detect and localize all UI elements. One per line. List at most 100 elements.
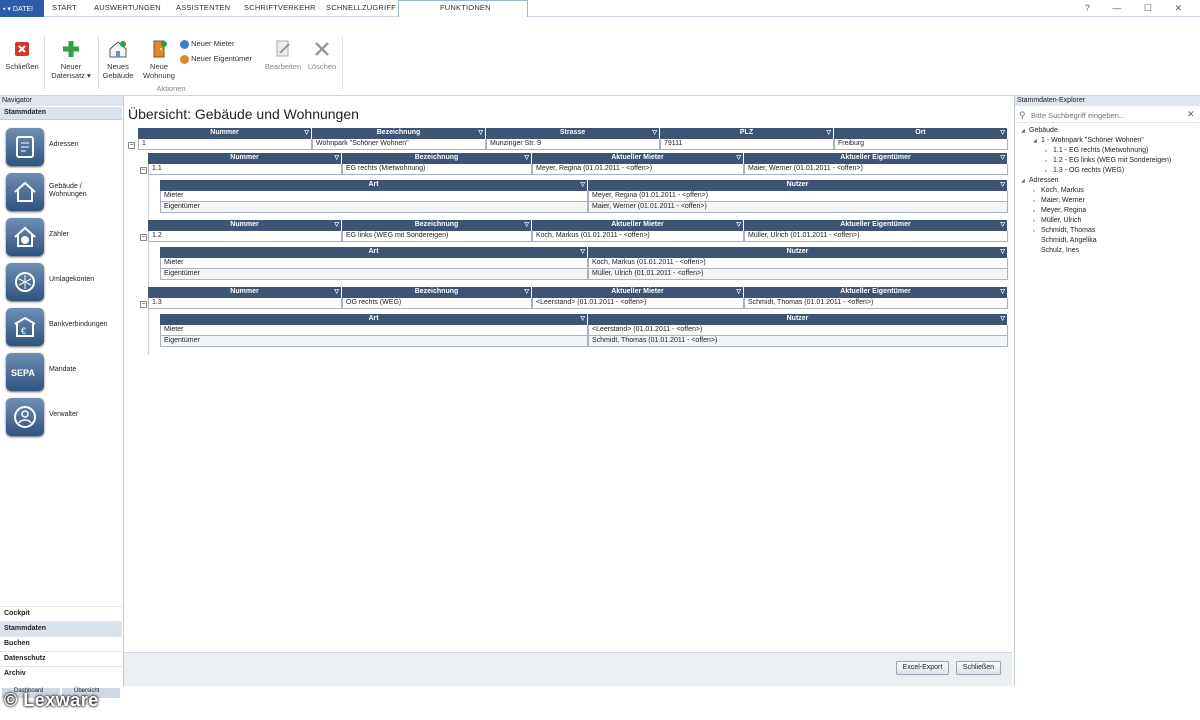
filter-icon[interactable]: ▽ <box>524 154 529 161</box>
person-col-header[interactable]: Nutzer▽ <box>588 180 1008 191</box>
table-cell[interactable]: Eigentümer <box>160 202 588 213</box>
unit-col-header[interactable]: Nummer▽ <box>148 220 342 231</box>
tab-assistenten[interactable]: ASSISTENTEN <box>176 3 230 17</box>
new-apartment-button[interactable]: Neue Wohnung <box>140 39 178 80</box>
tab-datei[interactable]: ▪ ▾ DATEI <box>0 0 44 17</box>
unit-col-header[interactable]: Bezeichnung▽ <box>342 220 532 231</box>
navigator-section-header[interactable]: Stammdaten <box>0 107 122 120</box>
unit-col-header[interactable]: Aktueller Eigentümer▽ <box>744 287 1008 298</box>
table-cell[interactable]: Eigentümer <box>160 269 588 280</box>
col-header-nummer[interactable]: Nummer▽ <box>138 128 312 139</box>
tree-node[interactable]: Schulz, Ines <box>1033 247 1079 254</box>
search-input[interactable] <box>1031 110 1181 121</box>
collapse-icon[interactable]: − <box>140 167 147 174</box>
tree-node[interactable]: ▹1.3 - OG rechts (WEG) <box>1045 167 1124 174</box>
table-cell[interactable]: Meyer, Regina (01.01.2011 - <offen>) <box>532 164 744 175</box>
table-cell[interactable]: Maier, Werner (01.01.2011 - <offen>) <box>744 164 1008 175</box>
filter-icon[interactable]: ▽ <box>1000 248 1005 255</box>
table-cell[interactable]: Schmidt, Thomas (01.01.2011 - <offen>) <box>588 336 1008 347</box>
tree-toggle-icon[interactable]: ▹ <box>1045 148 1053 154</box>
col-header-strasse[interactable]: Strasse▽ <box>486 128 660 139</box>
tree-node[interactable]: Schmidt, Angelika <box>1033 237 1097 244</box>
filter-icon[interactable]: ▽ <box>1000 154 1005 161</box>
table-cell[interactable]: 1.1 <box>148 164 342 175</box>
tree-toggle-icon[interactable]: ▹ <box>1033 218 1041 224</box>
nav-section-stammdaten[interactable]: Stammdaten <box>0 621 122 636</box>
filter-icon[interactable]: ▽ <box>736 288 741 295</box>
table-cell[interactable]: Mieter <box>160 325 588 336</box>
window-controls[interactable]: ? — ☐ ✕ <box>1085 3 1192 14</box>
filter-icon[interactable]: ▽ <box>334 154 339 161</box>
table-cell[interactable]: <Leerstand> (01.01.2011 - <offen>) <box>588 325 1008 336</box>
person-col-header[interactable]: Art▽ <box>160 314 588 325</box>
person-col-header[interactable]: Nutzer▽ <box>588 247 1008 258</box>
table-cell[interactable]: Mieter <box>160 191 588 202</box>
table-cell[interactable]: Eigentümer <box>160 336 588 347</box>
table-cell[interactable]: Mieter <box>160 258 588 269</box>
col-header-plz[interactable]: PLZ▽ <box>660 128 834 139</box>
tree-node[interactable]: ▹1.1 - EG rechts (Mietwohnung) <box>1045 147 1148 154</box>
tree-toggle-icon[interactable]: ◢ <box>1033 138 1041 144</box>
nav-item-gebaeude[interactable]: Gebäude /Wohnungen <box>6 173 118 213</box>
nav-item-mandate[interactable]: SEPA Mandate <box>6 353 118 393</box>
tree-node[interactable]: ◢Gebäude <box>1021 127 1058 134</box>
person-col-header[interactable]: Nutzer▽ <box>588 314 1008 325</box>
delete-button[interactable]: Löschen <box>304 39 340 71</box>
filter-icon[interactable]: ▽ <box>736 221 741 228</box>
new-building-button[interactable]: Neues Gebäude <box>100 39 136 80</box>
edit-button[interactable]: Bearbeiten <box>264 39 302 71</box>
table-cell[interactable]: Meyer, Regina (01.01.2011 - <offen>) <box>588 191 1008 202</box>
unit-col-header[interactable]: Bezeichnung▽ <box>342 153 532 164</box>
nav-item-verwalter[interactable]: Verwalter <box>6 398 118 438</box>
table-cell[interactable]: EG rechts (Mietwohnung) <box>342 164 532 175</box>
tab-start[interactable]: START <box>52 3 77 17</box>
filter-icon[interactable]: ▽ <box>736 154 741 161</box>
tree-toggle-icon[interactable]: ▹ <box>1033 188 1041 194</box>
table-cell[interactable]: OG rechts (WEG) <box>342 298 532 309</box>
tree-node[interactable]: ▹1.2 - EG links (WEG mit Sondereigen) <box>1045 157 1171 164</box>
filter-icon[interactable]: ▽ <box>524 288 529 295</box>
nav-item-umlagekonten[interactable]: Umlagekonten <box>6 263 118 303</box>
tree-node[interactable]: ▹Koch, Markus <box>1033 187 1084 194</box>
tree-toggle-icon[interactable]: ▹ <box>1033 198 1041 204</box>
filter-icon[interactable]: ▽ <box>1000 129 1005 136</box>
close-button[interactable]: Schließen <box>956 661 1001 675</box>
tree-node[interactable]: ▹Meyer, Regina <box>1033 207 1086 214</box>
tree-node[interactable]: ▹Maier, Werner <box>1033 197 1085 204</box>
collapse-icon[interactable]: − <box>140 301 147 308</box>
unit-col-header[interactable]: Aktueller Mieter▽ <box>532 220 744 231</box>
tab-schnellzugriff[interactable]: SCHNELLZUGRIFF <box>326 3 396 17</box>
person-col-header[interactable]: Art▽ <box>160 247 588 258</box>
filter-icon[interactable]: ▽ <box>1000 181 1005 188</box>
tree-toggle-icon[interactable]: ◢ <box>1021 128 1029 134</box>
collapse-icon[interactable]: − <box>128 142 135 149</box>
filter-icon[interactable]: ▽ <box>304 129 309 136</box>
filter-icon[interactable]: ▽ <box>652 129 657 136</box>
unit-col-header[interactable]: Nummer▽ <box>148 287 342 298</box>
nav-section-buchen[interactable]: Buchen <box>0 636 122 651</box>
table-cell[interactable]: <Leerstand> (01.01.2011 - <offen>) <box>532 298 744 309</box>
unit-col-header[interactable]: Aktueller Mieter▽ <box>532 287 744 298</box>
table-cell[interactable]: Wohnpark "Schöner Wohnen" <box>312 139 486 150</box>
unit-col-header[interactable]: Aktueller Eigentümer▽ <box>744 153 1008 164</box>
filter-icon[interactable]: ▽ <box>334 288 339 295</box>
excel-export-button[interactable]: Excel-Export <box>896 661 949 675</box>
tab-funktionen[interactable]: FUNKTIONEN <box>440 3 491 17</box>
table-cell[interactable]: EG links (WEG mit Sondereigen) <box>342 231 532 242</box>
tree-node[interactable]: ◢1 - Wohnpark "Schöner Wohnen" <box>1033 137 1144 144</box>
table-cell[interactable]: Müller, Ulrich (01.01.2011 - <offen>) <box>744 231 1008 242</box>
person-col-header[interactable]: Art▽ <box>160 180 588 191</box>
nav-section-archiv[interactable]: Archiv <box>0 666 122 681</box>
unit-col-header[interactable]: Aktueller Mieter▽ <box>532 153 744 164</box>
filter-icon[interactable]: ▽ <box>1000 221 1005 228</box>
nav-item-adressen[interactable]: Adressen <box>6 128 118 168</box>
table-cell[interactable]: Koch, Markus (01.01.2011 - <offen>) <box>588 258 1008 269</box>
tree-node[interactable]: ▹Schmidt, Thomas <box>1033 227 1095 234</box>
nav-item-zaehler[interactable]: Zähler <box>6 218 118 258</box>
filter-icon[interactable]: ▽ <box>826 129 831 136</box>
unit-col-header[interactable]: Bezeichnung▽ <box>342 287 532 298</box>
tree-toggle-icon[interactable]: ▹ <box>1045 168 1053 174</box>
table-cell[interactable]: Müller, Ulrich (01.01.2011 - <offen>) <box>588 269 1008 280</box>
tree-toggle-icon[interactable]: ▹ <box>1045 158 1053 164</box>
tree-node[interactable]: ▹Müller, Ulrich <box>1033 217 1081 224</box>
